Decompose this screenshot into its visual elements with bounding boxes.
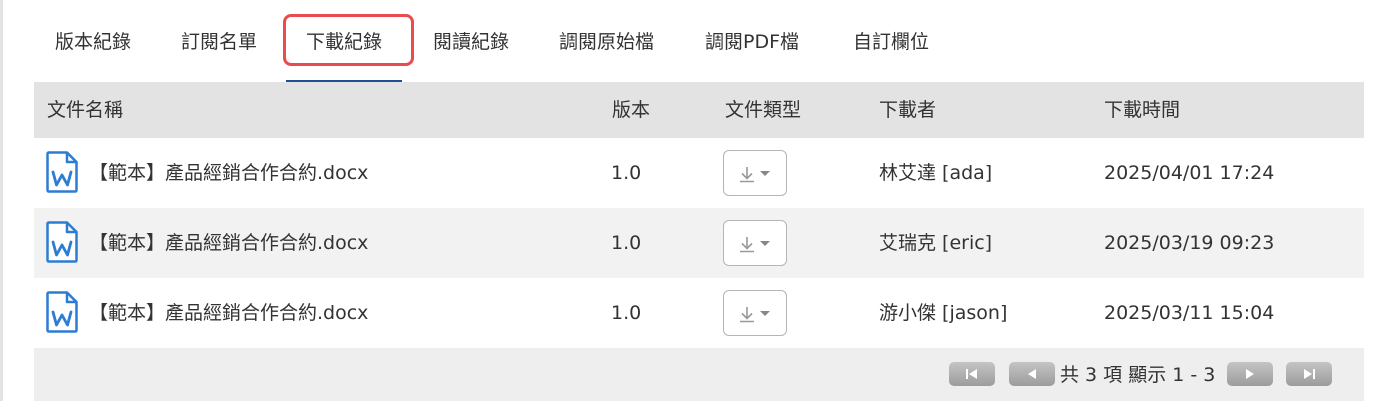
tab-version-history[interactable]: 版本紀錄 bbox=[55, 0, 131, 82]
file-version: 1.0 bbox=[611, 232, 642, 254]
pagination-info: 共 3 項 顯示 1 - 3 bbox=[1060, 364, 1216, 386]
download-time: 2025/03/11 15:04 bbox=[1104, 302, 1275, 324]
tab-bar: 版本紀錄 訂閱名單 下載紀錄 閱讀紀錄 調閱原始檔 調閱PDF檔 自訂欄位 bbox=[34, 0, 1364, 84]
download-icon bbox=[740, 237, 770, 253]
tab-custom-fields[interactable]: 自訂欄位 bbox=[853, 0, 929, 82]
downloader: 艾瑞克 [eric] bbox=[879, 232, 993, 254]
column-header-name[interactable]: 文件名稱 bbox=[47, 82, 123, 138]
file-version: 1.0 bbox=[611, 302, 642, 324]
first-page-icon bbox=[966, 369, 977, 379]
table-row[interactable]: 【範本】產品經銷合作合約.docx 1.0 林艾達 [ada] 2025/04/… bbox=[34, 138, 1364, 208]
table-row[interactable]: 【範本】產品經銷合作合約.docx 1.0 游小傑 [jason] 2025/0… bbox=[34, 278, 1364, 348]
table-row[interactable]: 【範本】產品經銷合作合約.docx 1.0 艾瑞克 [eric] 2025/03… bbox=[34, 208, 1364, 278]
next-page-button[interactable] bbox=[1227, 362, 1273, 386]
word-file-icon bbox=[46, 291, 78, 333]
tab-original-file-access[interactable]: 調閱原始檔 bbox=[559, 0, 654, 82]
word-file-icon bbox=[46, 221, 78, 263]
pagination-bar: 共 3 項 顯示 1 - 3 bbox=[34, 349, 1364, 401]
download-icon bbox=[740, 307, 770, 323]
prev-page-icon bbox=[1028, 369, 1036, 379]
column-header-type[interactable]: 文件類型 bbox=[725, 82, 801, 138]
file-name[interactable]: 【範本】產品經銷合作合約.docx bbox=[89, 278, 368, 348]
tab-subscribers[interactable]: 訂閱名單 bbox=[181, 0, 257, 82]
download-time: 2025/03/19 09:23 bbox=[1104, 232, 1275, 254]
file-type-dropdown[interactable] bbox=[723, 150, 787, 196]
column-header-version[interactable]: 版本 bbox=[612, 82, 650, 138]
left-border bbox=[0, 0, 3, 401]
file-name[interactable]: 【範本】產品經銷合作合約.docx bbox=[89, 208, 368, 278]
file-type-dropdown[interactable] bbox=[723, 220, 787, 266]
active-tab-highlight bbox=[283, 14, 414, 66]
last-page-button[interactable] bbox=[1286, 362, 1332, 386]
download-time: 2025/04/01 17:24 bbox=[1104, 162, 1275, 184]
download-log-table: 文件名稱 版本 文件類型 下載者 下載時間 【範本】產品經銷合作合約.docx … bbox=[34, 82, 1364, 401]
file-version: 1.0 bbox=[611, 162, 642, 184]
word-file-icon bbox=[46, 151, 78, 193]
file-type-dropdown[interactable] bbox=[723, 290, 787, 336]
first-page-button[interactable] bbox=[949, 362, 995, 386]
next-page-icon bbox=[1246, 369, 1254, 379]
table-header: 文件名稱 版本 文件類型 下載者 下載時間 bbox=[34, 82, 1364, 138]
file-name[interactable]: 【範本】產品經銷合作合約.docx bbox=[89, 138, 368, 208]
tab-pdf-access[interactable]: 調閱PDF檔 bbox=[705, 0, 799, 82]
column-header-downloader[interactable]: 下載者 bbox=[879, 82, 936, 138]
prev-page-button[interactable] bbox=[1009, 362, 1055, 386]
column-header-time[interactable]: 下載時間 bbox=[1104, 82, 1180, 138]
downloader: 林艾達 [ada] bbox=[879, 162, 993, 184]
downloader: 游小傑 [jason] bbox=[879, 302, 1008, 324]
tab-read-log[interactable]: 閱讀紀錄 bbox=[433, 0, 509, 82]
download-icon bbox=[740, 167, 770, 183]
last-page-icon bbox=[1304, 369, 1315, 379]
